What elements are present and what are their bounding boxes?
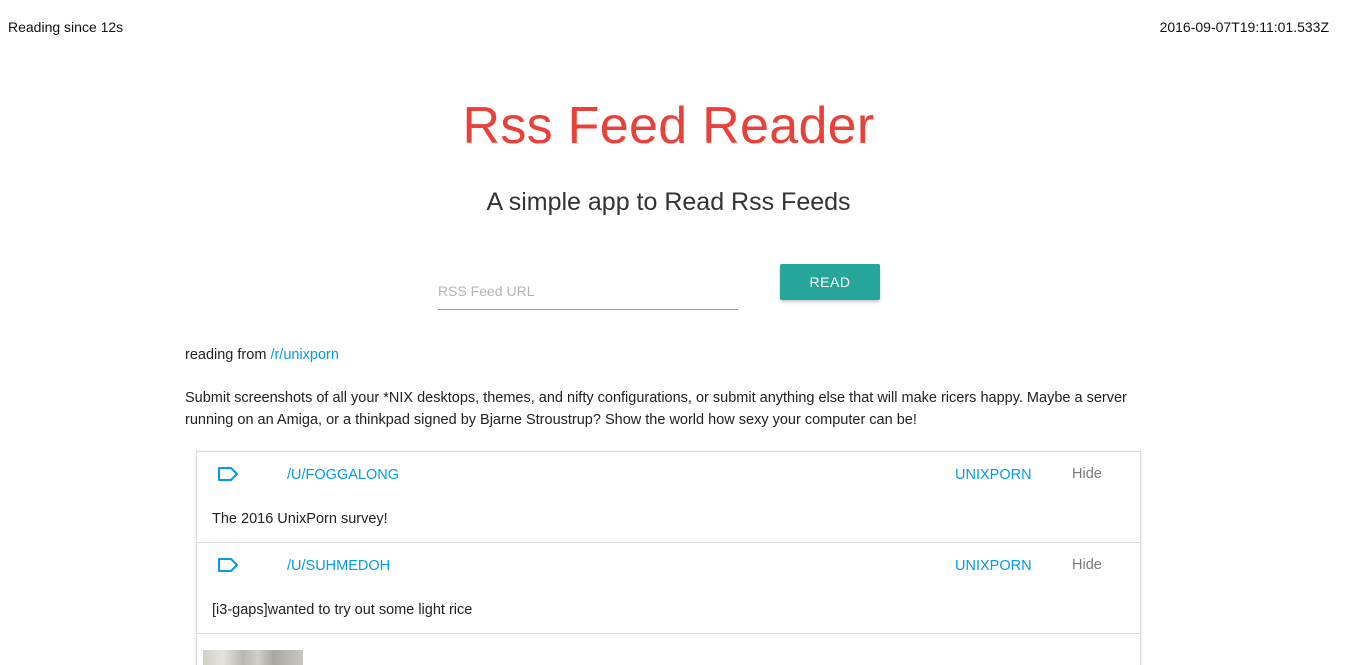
reading-from-line: reading from /r/unixporn xyxy=(185,347,339,363)
feed-list: /U/FOGGALONG UNIXPORN Hide The 2016 Unix… xyxy=(196,451,1141,665)
rss-url-input[interactable] xyxy=(438,272,738,310)
feed-item: /U/FOGGALONG UNIXPORN Hide The 2016 Unix… xyxy=(197,452,1140,543)
feed-description: Submit screenshots of all your *NIX desk… xyxy=(185,390,1127,428)
tag-icon xyxy=(218,467,238,481)
reading-since-text: Reading since 12s xyxy=(8,19,124,35)
top-bar: Reading since 12s 2016-09-07T19:11:01.53… xyxy=(0,0,1345,52)
reading-from-label: reading from xyxy=(185,347,267,363)
tag-icon xyxy=(218,558,238,572)
page-subtitle: A simple app to Read Rss Feeds xyxy=(486,188,851,216)
hide-button[interactable]: Hide xyxy=(1072,466,1102,482)
feed-item-subreddit-link[interactable]: UNIXPORN xyxy=(955,558,1032,574)
feed-item-title[interactable]: [i3-gaps]wanted to try out some light ri… xyxy=(212,602,472,618)
feed-item: /U/SUHMEDOH UNIXPORN Hide [i3-gaps]wante… xyxy=(197,543,1140,634)
page-title: Rss Feed Reader xyxy=(462,97,875,155)
feed-item-author-link[interactable]: /U/FOGGALONG xyxy=(287,467,399,483)
feed-item-subreddit-link[interactable]: UNIXPORN xyxy=(955,467,1032,483)
hide-button[interactable]: Hide xyxy=(1072,557,1102,573)
subreddit-source-link[interactable]: /r/unixporn xyxy=(270,347,339,363)
feed-item-author-link[interactable]: /U/SUHMEDOH xyxy=(287,558,390,574)
read-button[interactable]: READ xyxy=(780,264,880,300)
feed-item-title[interactable]: The 2016 UnixPorn survey! xyxy=(212,511,388,527)
timestamp-text: 2016-09-07T19:11:01.533Z xyxy=(1159,19,1329,35)
feed-item-thumbnail[interactable] xyxy=(203,650,303,665)
